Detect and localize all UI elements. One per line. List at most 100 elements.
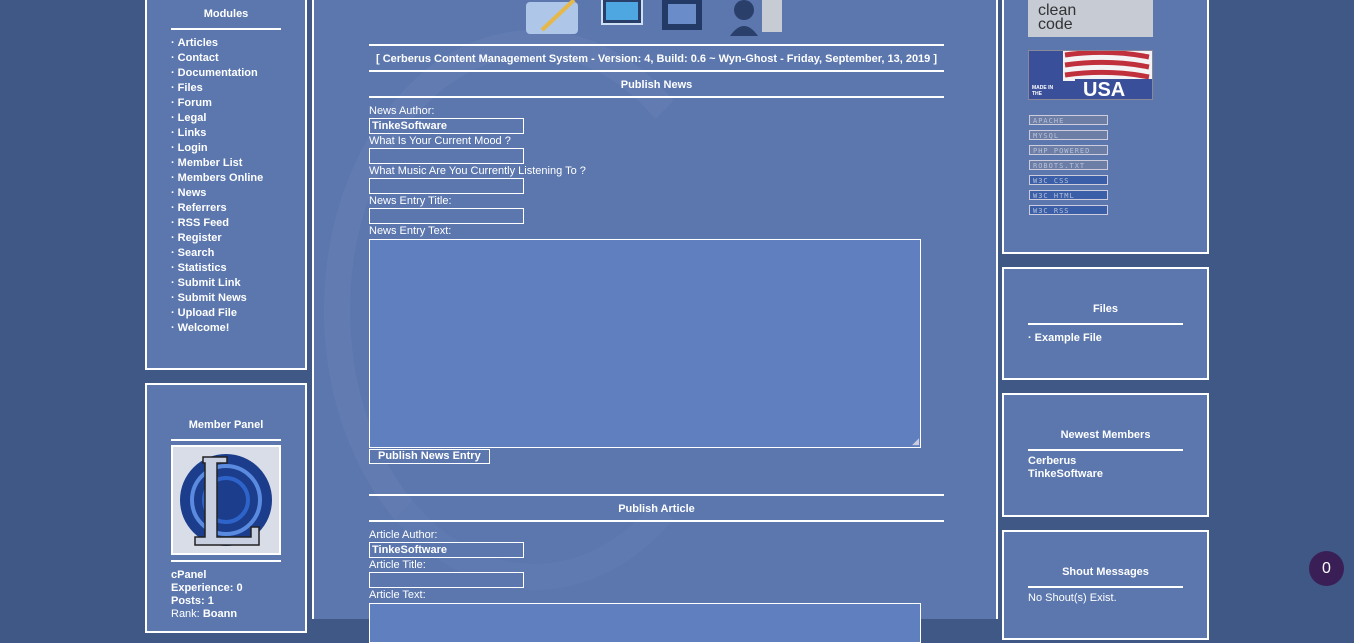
module-link[interactable]: · Files <box>171 81 263 96</box>
member-panel: Member Panel cPanel Experience: 0 Posts:… <box>145 383 307 633</box>
bullet: · <box>1028 332 1032 344</box>
module-link[interactable]: · Member List <box>171 156 263 171</box>
badge-w3c-html[interactable]: W3C HTML <box>1029 190 1108 200</box>
publish-news-button[interactable]: Publish News Entry <box>369 449 490 464</box>
module-link[interactable]: · Links <box>171 126 263 141</box>
module-link-label[interactable]: Members Online <box>178 172 264 184</box>
badge-w3c-rss[interactable]: W3C RSS <box>1029 205 1108 215</box>
notification-badge[interactable]: 0 <box>1309 551 1344 586</box>
computer-icon <box>662 0 702 30</box>
news-entry-text-area[interactable]: ◢ <box>369 239 921 448</box>
module-link[interactable]: · Documentation <box>171 66 263 81</box>
module-link-label[interactable]: Contact <box>178 52 219 64</box>
module-link[interactable]: · Legal <box>171 111 263 126</box>
article-text-area[interactable] <box>369 603 921 643</box>
module-link-label[interactable]: Links <box>178 127 207 139</box>
module-link-label[interactable]: Upload File <box>178 307 237 319</box>
clean-code-text: clean code <box>1038 2 1077 33</box>
module-link-label[interactable]: Submit Link <box>178 277 241 289</box>
bullet: · <box>171 187 175 199</box>
news-entry-title-label: News Entry Title: <box>369 195 452 207</box>
module-link[interactable]: · RSS Feed <box>171 216 263 231</box>
badge-mysql[interactable]: MYSQL <box>1029 130 1108 140</box>
module-link-label[interactable]: Welcome! <box>178 322 230 334</box>
article-title-label: Article Title: <box>369 559 426 571</box>
module-link[interactable]: · Submit News <box>171 291 263 306</box>
module-link[interactable]: · Forum <box>171 96 263 111</box>
bullet: · <box>171 172 175 184</box>
bullet: · <box>171 322 175 334</box>
module-link-label[interactable]: Login <box>178 142 208 154</box>
experience-stat: Experience: 0 <box>171 582 243 594</box>
badge-robots-txt[interactable]: ROBOTS.TXT <box>1029 160 1108 170</box>
module-link-label[interactable]: RSS Feed <box>178 217 229 229</box>
module-link-label[interactable]: News <box>178 187 207 199</box>
module-link-label[interactable]: Referrers <box>178 202 227 214</box>
module-link-label[interactable]: Search <box>178 247 215 259</box>
experience-value: 0 <box>236 582 243 594</box>
bullet: · <box>171 217 175 229</box>
music-label: What Music Are You Currently Listening T… <box>369 165 586 177</box>
cpanel-link[interactable]: cPanel <box>171 569 206 581</box>
file-link[interactable]: · Example File <box>1028 331 1102 346</box>
usa-text: USA <box>1083 79 1126 101</box>
module-link-label[interactable]: Legal <box>178 112 207 124</box>
module-link-label[interactable]: Forum <box>178 97 212 109</box>
module-link-label[interactable]: Files <box>178 82 203 94</box>
module-link-label[interactable]: Statistics <box>178 262 227 274</box>
article-author-field[interactable]: TinkeSoftware <box>369 542 524 558</box>
mood-label: What Is Your Current Mood ? <box>369 135 511 147</box>
module-link[interactable]: · Submit Link <box>171 276 263 291</box>
bullet: · <box>171 37 175 49</box>
modules-panel: Modules · Articles · Contact · Documentation ·… <box>145 0 307 370</box>
news-author-label: News Author: <box>369 105 435 117</box>
newest-members-title: Newest Members <box>1028 429 1183 451</box>
badge-apache[interactable]: APACHE <box>1029 115 1108 125</box>
module-link[interactable]: · Register <box>171 231 263 246</box>
posts-stat: Posts: 1 <box>171 595 214 607</box>
member-link[interactable]: Cerberus <box>1028 455 1103 468</box>
module-link[interactable]: · Upload File <box>171 306 263 321</box>
header-icons <box>522 0 792 38</box>
module-link[interactable]: · Search <box>171 246 263 261</box>
file-link-label[interactable]: Example File <box>1035 332 1102 344</box>
article-title-field[interactable] <box>369 572 524 588</box>
module-link-label[interactable]: Register <box>178 232 222 244</box>
shout-empty-text: No Shout(s) Exist. <box>1028 592 1117 604</box>
bullet: · <box>171 97 175 109</box>
badge-php-powered[interactable]: PHP POWERED <box>1029 145 1108 155</box>
module-link-label[interactable]: Documentation <box>178 67 258 79</box>
module-link[interactable]: · News <box>171 186 263 201</box>
module-link-label[interactable]: Articles <box>178 37 218 49</box>
bullet: · <box>171 277 175 289</box>
modules-title: Modules <box>171 8 281 30</box>
module-link[interactable]: · Welcome! <box>171 321 263 336</box>
bullet: · <box>171 52 175 64</box>
bullet: · <box>171 112 175 124</box>
module-link[interactable]: · Members Online <box>171 171 263 186</box>
module-link-label[interactable]: Submit News <box>178 292 247 304</box>
member-link-label[interactable]: TinkeSoftware <box>1028 468 1103 480</box>
module-link[interactable]: · Contact <box>171 51 263 66</box>
module-link[interactable]: · Articles <box>171 36 263 51</box>
made-in-text: MADE IN THE <box>1032 85 1054 97</box>
music-field[interactable] <box>369 178 524 194</box>
mood-field[interactable] <box>369 148 524 164</box>
module-link[interactable]: · Login <box>171 141 263 156</box>
member-link-label[interactable]: Cerberus <box>1028 455 1076 467</box>
member-link[interactable]: TinkeSoftware <box>1028 468 1103 481</box>
logos-panel: clean code MADE IN THE USA APACHE MYSQL PH… <box>1002 0 1209 254</box>
main-content: [ Cerberus Content Management System - V… <box>312 0 998 643</box>
article-author-label: Article Author: <box>369 529 438 541</box>
module-link[interactable]: · Statistics <box>171 261 263 276</box>
badge-w3c-css[interactable]: W3C CSS <box>1029 175 1108 185</box>
news-author-field[interactable]: TinkeSoftware <box>369 118 524 134</box>
experience-label: Experience: <box>171 582 234 594</box>
module-link[interactable]: · Referrers <box>171 201 263 216</box>
rank-label: Rank: <box>171 608 200 620</box>
module-link-label[interactable]: Member List <box>178 157 243 169</box>
publish-news-title: Publish News <box>620 79 693 91</box>
resize-handle-icon[interactable]: ◢ <box>912 436 919 447</box>
news-entry-text-label: News Entry Text: <box>369 225 452 237</box>
news-entry-title-field[interactable] <box>369 208 524 224</box>
